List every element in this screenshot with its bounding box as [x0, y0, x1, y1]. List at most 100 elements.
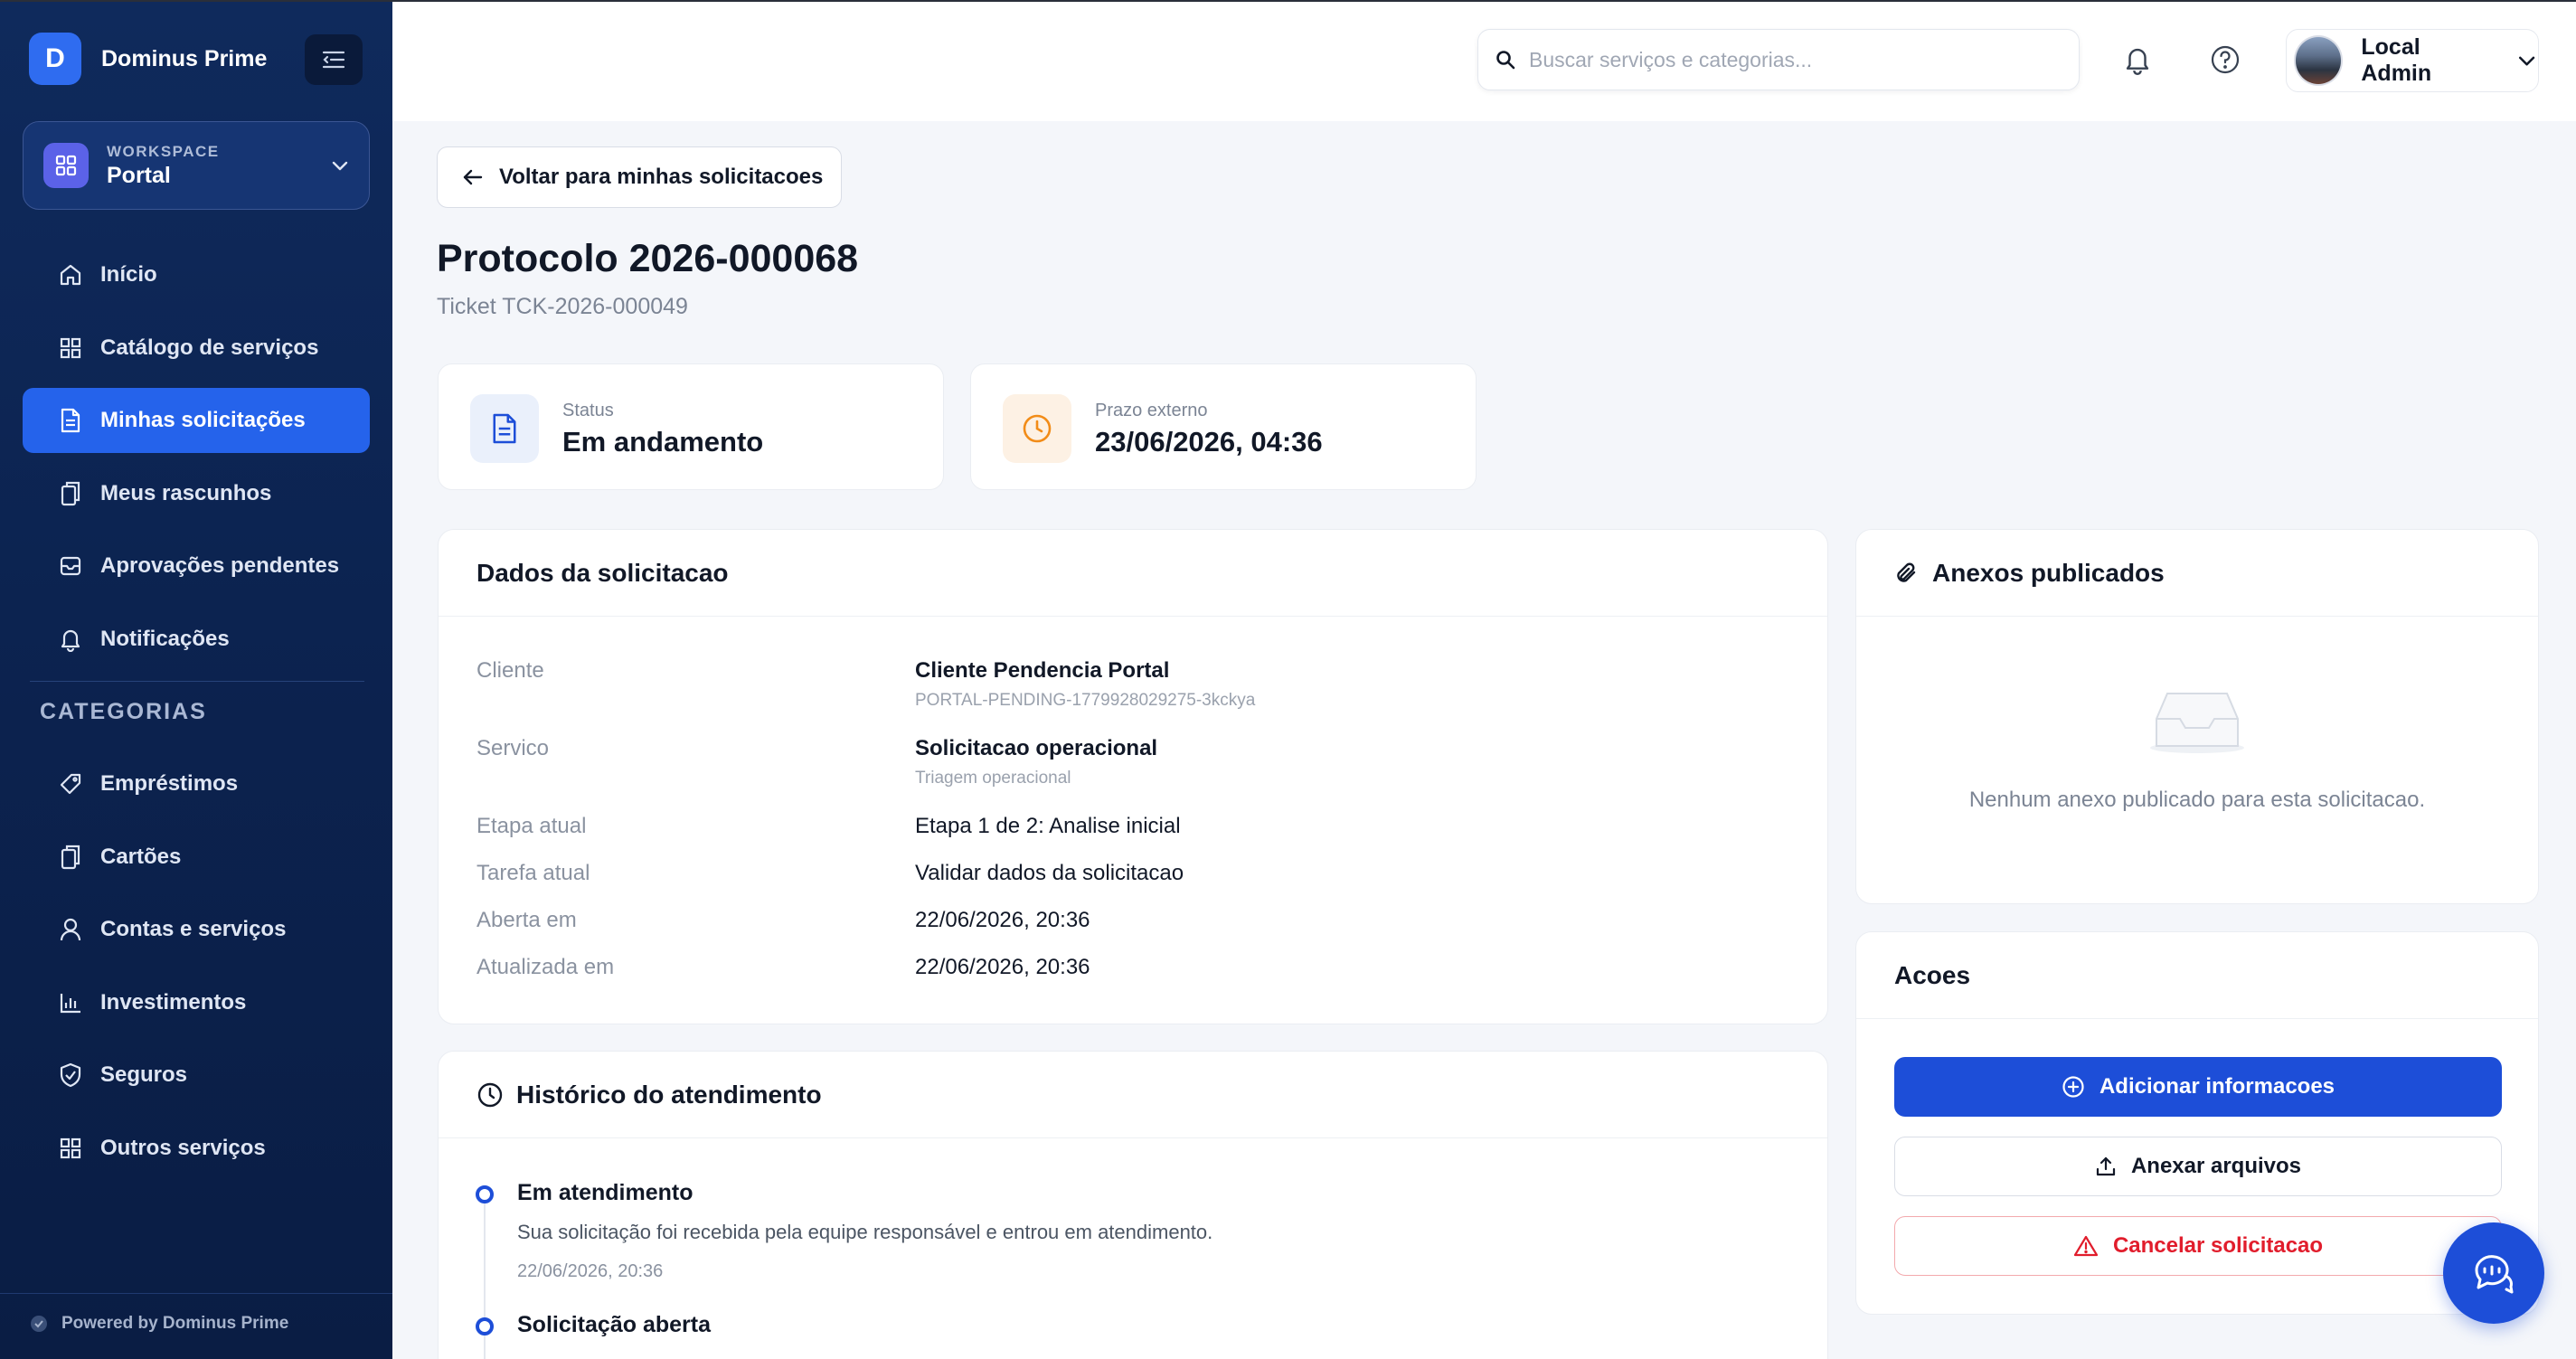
powered-by: Powered by Dominus Prime [31, 1314, 288, 1334]
copy-icon [57, 844, 84, 871]
sidebar: D Dominus Prime WORKSPACE Portal Início [0, 0, 392, 1359]
sidebar-item-seguros[interactable]: Seguros [23, 1043, 370, 1108]
detail-value: Cliente Pendencia Portal [915, 658, 1170, 683]
timeline-event-title: Em atendimento [517, 1180, 694, 1205]
add-info-button[interactable]: Adicionar informacoes [1894, 1057, 2502, 1117]
inbox-icon [57, 552, 84, 580]
attachments-title: Anexos publicados [1932, 558, 2165, 587]
detail-label: Etapa atual [477, 814, 587, 838]
sidebar-item-contas[interactable]: Contas e serviços [23, 897, 370, 962]
collapse-menu-icon [322, 51, 345, 69]
sidebar-item-label: Início [100, 262, 157, 287]
workspace-selector[interactable]: WORKSPACE Portal [23, 121, 370, 210]
timeline-event-description: Sua solicitação foi recebida pela equipe… [517, 1221, 1213, 1243]
sidebar-item-investimentos[interactable]: Investimentos [23, 970, 370, 1035]
status-value: Em andamento [562, 426, 764, 458]
chevron-down-icon [2518, 56, 2535, 66]
detail-label: Cliente [477, 658, 544, 683]
status-card: Status Em andamento [438, 363, 944, 490]
history-card-header: Histórico do atendimento [439, 1052, 1827, 1138]
detail-label: Atualizada em [477, 955, 615, 979]
chat-bubbles-icon [2475, 1255, 2514, 1294]
attach-files-button[interactable]: Anexar arquivos [1894, 1137, 2502, 1196]
detail-subvalue: Triagem operacional [915, 769, 1071, 788]
powered-by-text: Powered by Dominus Prime [61, 1314, 289, 1333]
timeline-dot [476, 1185, 494, 1203]
sidebar-item-minhas-solicitacoes[interactable]: Minhas solicitações [23, 388, 370, 453]
workspace-value: Portal [107, 162, 171, 188]
top-bar: Local Admin [392, 0, 2576, 121]
sidebar-item-label: Catálogo de serviços [100, 335, 319, 360]
sidebar-item-label: Contas e serviços [100, 917, 287, 941]
detail-label: Tarefa atual [477, 861, 590, 885]
detail-value: Validar dados da solicitacao [915, 861, 1184, 885]
brand[interactable]: D Dominus Prime [29, 33, 267, 85]
detail-value: 22/06/2026, 20:36 [915, 908, 1090, 932]
sidebar-item-label: Seguros [100, 1062, 188, 1087]
cancel-request-button[interactable]: Cancelar solicitacao [1894, 1216, 2502, 1276]
search-input[interactable] [1529, 47, 2071, 72]
chat-support-button[interactable] [2443, 1222, 2544, 1324]
sidebar-item-notificacoes[interactable]: Notificações [23, 607, 370, 672]
bell-icon [57, 626, 84, 653]
user-name: Local Admin [2361, 34, 2432, 86]
deadline-value: 23/06/2026, 04:36 [1095, 426, 1323, 458]
paperclip-icon [1897, 562, 1916, 582]
sidebar-item-label: Cartões [100, 844, 182, 869]
sidebar-item-aprovacoes[interactable]: Aprovações pendentes [23, 533, 370, 599]
sidebar-item-cartoes[interactable]: Cartões [23, 825, 370, 890]
sidebar-footer-divider [0, 1293, 392, 1294]
user-menu[interactable]: Local Admin [2286, 29, 2539, 92]
avatar [2294, 35, 2344, 86]
brand-name: Dominus Prime [101, 45, 268, 71]
back-button-label: Voltar para minhas solicitacoes [499, 165, 824, 189]
search-icon [1496, 51, 1515, 70]
deadline-label: Prazo externo [1095, 401, 1208, 420]
sidebar-item-label: Empréstimos [100, 771, 239, 796]
deadline-card: Prazo externo 23/06/2026, 04:36 [970, 363, 1477, 490]
attachments-empty-text: Nenhum anexo publicado para esta solicit… [1968, 788, 2426, 812]
sidebar-item-label: Notificações [100, 626, 230, 651]
arrow-left-icon [463, 169, 483, 185]
grid-icon [57, 1135, 84, 1162]
bar-chart-icon [57, 989, 84, 1016]
details-title: Dados da solicitacao [477, 558, 729, 587]
brand-logo: D [29, 33, 81, 85]
plus-circle-icon [2062, 1076, 2084, 1098]
upload-icon [2096, 1156, 2116, 1176]
cancel-request-label: Cancelar solicitacao [2112, 1233, 2324, 1258]
workspace-label: WORKSPACE [107, 142, 220, 160]
timeline-event-date: 22/06/2026, 20:36 [517, 1261, 664, 1281]
sidebar-item-emprestimos[interactable]: Empréstimos [23, 751, 370, 816]
detail-label: Aberta em [477, 908, 577, 932]
notifications-bell-icon[interactable] [2119, 42, 2156, 78]
categories-nav: Empréstimos Cartões Contas e serviços In… [23, 751, 370, 1188]
help-icon[interactable] [2207, 42, 2243, 78]
detail-subvalue: PORTAL-PENDING-1779928029275-3kckya [915, 691, 1256, 710]
chevron-down-icon [332, 161, 348, 171]
detail-value: Solicitacao operacional [915, 736, 1158, 760]
sidebar-item-inicio[interactable]: Início [23, 242, 370, 307]
sidebar-item-outros[interactable]: Outros serviços [23, 1116, 370, 1181]
search-box[interactable] [1477, 29, 2080, 90]
sidebar-item-rascunhos[interactable]: Meus rascunhos [23, 461, 370, 526]
detail-label: Servico [477, 736, 550, 760]
workspace-grid-icon [43, 143, 89, 188]
window-top-border [0, 0, 2576, 2]
attach-files-label: Anexar arquivos [2130, 1154, 2302, 1178]
clock-icon [1003, 394, 1071, 463]
back-button[interactable]: Voltar para minhas solicitacoes [437, 146, 842, 208]
sidebar-item-label: Investimentos [100, 989, 247, 1015]
page-title: Protocolo 2026-000068 [437, 237, 859, 280]
detail-value: Etapa 1 de 2: Analise inicial [915, 814, 1181, 838]
sidebar-item-catalogo[interactable]: Catálogo de serviços [23, 316, 370, 381]
sidebar-collapse-button[interactable] [305, 34, 363, 85]
shield-check-icon [57, 1062, 84, 1089]
categories-title: CATEGORIAS [40, 699, 207, 724]
timeline-dot [476, 1317, 494, 1335]
add-info-label: Adicionar informacoes [2099, 1074, 2335, 1099]
actions-title: Acoes [1894, 960, 1971, 989]
history-title: Histórico do atendimento [516, 1080, 822, 1109]
document-icon [470, 394, 539, 463]
sidebar-item-label: Aprovações pendentes [100, 553, 340, 578]
